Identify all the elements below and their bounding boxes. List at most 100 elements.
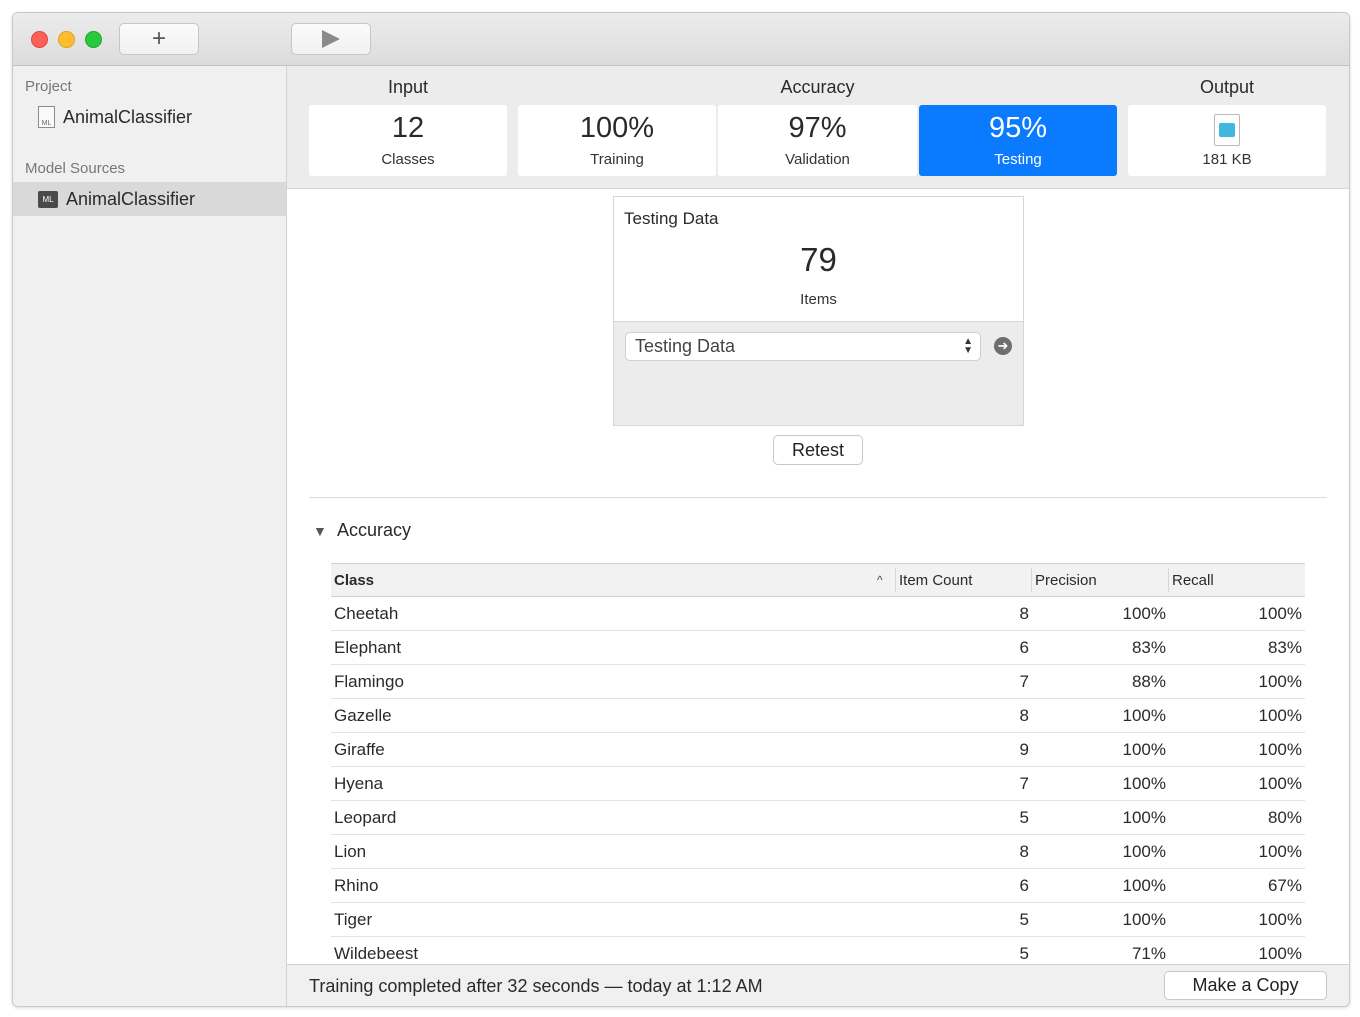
table-row[interactable]: Lion 8 100% 100% bbox=[331, 834, 1305, 869]
plus-icon: + bbox=[151, 25, 166, 52]
metrics-bar: Input Accuracy Output 12 Classes 100% Tr… bbox=[287, 66, 1349, 189]
recall-cell: 100% bbox=[1258, 842, 1302, 861]
item-count-cell: 5 bbox=[1019, 910, 1029, 929]
section-title: Accuracy bbox=[337, 520, 412, 540]
precision-cell: 100% bbox=[1122, 842, 1166, 861]
classes-card[interactable]: 12 Classes bbox=[309, 105, 507, 176]
classes-label: Classes bbox=[381, 150, 435, 168]
divider bbox=[309, 497, 1327, 498]
table-row[interactable]: Wildebeest 5 71% 100% bbox=[331, 936, 1305, 963]
class-cell: Flamingo bbox=[334, 672, 404, 691]
minimize-window-button[interactable] bbox=[58, 31, 75, 48]
table-row[interactable]: Leopard 5 100% 80% bbox=[331, 800, 1305, 835]
table-row[interactable]: Cheetah 8 100% 100% bbox=[331, 596, 1305, 631]
output-card[interactable]: 181 KB bbox=[1128, 105, 1326, 176]
column-header-class[interactable]: Class bbox=[334, 572, 374, 589]
class-cell: Hyena bbox=[334, 774, 384, 793]
sort-ascending-icon[interactable]: ^ bbox=[877, 573, 883, 587]
table-row[interactable]: Flamingo 7 88% 100% bbox=[331, 664, 1305, 699]
sidebar-item-model-source[interactable]: ML AnimalClassifier bbox=[13, 182, 286, 216]
recall-cell: 100% bbox=[1258, 774, 1302, 793]
run-button[interactable] bbox=[291, 23, 371, 55]
precision-cell: 88% bbox=[1131, 672, 1166, 691]
item-count-cell: 6 bbox=[1019, 638, 1029, 657]
table-row[interactable]: Hyena 7 100% 100% bbox=[331, 766, 1305, 801]
zoom-window-button[interactable] bbox=[85, 31, 102, 48]
status-bar: Training completed after 32 seconds — to… bbox=[287, 964, 1349, 1006]
precision-cell: 83% bbox=[1131, 638, 1166, 657]
recall-cell: 67% bbox=[1267, 876, 1302, 895]
column-header-precision[interactable]: Precision bbox=[1035, 572, 1097, 589]
recall-cell: 100% bbox=[1258, 944, 1302, 963]
item-count-cell: 8 bbox=[1019, 706, 1029, 725]
testing-value: 95% bbox=[988, 111, 1048, 144]
sidebar-item-label: AnimalClassifier bbox=[63, 106, 193, 127]
column-header-recall[interactable]: Recall bbox=[1172, 572, 1214, 589]
training-label: Training bbox=[590, 150, 644, 168]
disclosure-triangle-icon[interactable]: ▼ bbox=[313, 523, 327, 539]
mlmodel-file-icon[interactable] bbox=[1214, 113, 1240, 146]
recall-cell: 100% bbox=[1258, 672, 1302, 691]
class-cell: Lion bbox=[334, 842, 367, 861]
testing-data-panel: Testing Data 79 Items Testing Data ▲ ▼ ➜ bbox=[613, 196, 1024, 426]
app-window: + Project ML AnimalClassifier Model Sour… bbox=[12, 12, 1350, 1007]
table-row[interactable]: Giraffe 9 100% 100% bbox=[331, 732, 1305, 767]
validation-card[interactable]: 97% Validation bbox=[718, 105, 917, 176]
project-heading: Project bbox=[25, 78, 72, 95]
table-row[interactable]: Tiger 5 100% 100% bbox=[331, 902, 1305, 937]
testing-card[interactable]: 95% Testing bbox=[919, 105, 1117, 176]
precision-cell: 100% bbox=[1122, 604, 1166, 623]
precision-cell: 100% bbox=[1122, 740, 1166, 759]
class-cell: Elephant bbox=[334, 638, 402, 657]
class-cell: Cheetah bbox=[334, 604, 399, 623]
classes-value: 12 bbox=[391, 111, 425, 144]
table-row[interactable]: Elephant 6 83% 83% bbox=[331, 630, 1305, 665]
item-count-cell: 7 bbox=[1019, 774, 1029, 793]
table-row[interactable]: Rhino 6 100% 67% bbox=[331, 868, 1305, 903]
document-icon: ML bbox=[38, 106, 55, 128]
class-cell: Wildebeest bbox=[334, 944, 419, 963]
precision-cell: 100% bbox=[1122, 876, 1166, 895]
make-a-copy-button[interactable]: Make a Copy bbox=[1164, 971, 1327, 1000]
column-header-item-count[interactable]: Item Count bbox=[899, 572, 972, 589]
table-row[interactable]: Gazelle 8 100% 100% bbox=[331, 698, 1305, 733]
item-count-cell: 8 bbox=[1019, 842, 1029, 861]
input-label: Input bbox=[387, 77, 429, 97]
retest-button[interactable]: Retest bbox=[773, 435, 863, 465]
table-header: Class ^ Item Count Precision Recall bbox=[331, 563, 1305, 597]
add-button[interactable]: + bbox=[119, 23, 199, 55]
precision-cell: 71% bbox=[1131, 944, 1166, 963]
item-count-cell: 5 bbox=[1019, 808, 1029, 827]
accuracy-table: Class ^ Item Count Precision Recall Chee… bbox=[331, 563, 1305, 963]
class-cell: Rhino bbox=[334, 876, 379, 895]
chevron-updown-icon: ▲ ▼ bbox=[963, 336, 973, 356]
recall-cell: 100% bbox=[1258, 740, 1302, 759]
panel-title: Testing Data bbox=[624, 209, 719, 228]
precision-cell: 100% bbox=[1122, 706, 1166, 725]
recall-cell: 80% bbox=[1267, 808, 1302, 827]
titlebar: + bbox=[13, 13, 1349, 66]
sidebar-item-project[interactable]: ML AnimalClassifier bbox=[13, 100, 286, 134]
recall-cell: 83% bbox=[1267, 638, 1302, 657]
testing-data-select[interactable]: Testing Data ▲ ▼ bbox=[625, 332, 981, 361]
play-icon bbox=[322, 30, 340, 48]
recall-cell: 100% bbox=[1258, 706, 1302, 725]
item-count-cell: 5 bbox=[1019, 944, 1029, 963]
accuracy-label: Accuracy bbox=[780, 77, 855, 97]
item-unit: Items bbox=[800, 291, 837, 308]
item-count-cell: 6 bbox=[1019, 876, 1029, 895]
close-window-button[interactable] bbox=[31, 31, 48, 48]
recall-cell: 100% bbox=[1258, 604, 1302, 623]
recall-cell: 100% bbox=[1258, 910, 1302, 929]
training-value: 100% bbox=[579, 111, 655, 144]
model-sources-heading: Model Sources bbox=[25, 160, 126, 177]
training-card[interactable]: 100% Training bbox=[518, 105, 716, 176]
class-cell: Leopard bbox=[334, 808, 397, 827]
main-content: Input Accuracy Output 12 Classes 100% Tr… bbox=[287, 66, 1349, 1006]
output-label: Output bbox=[1199, 77, 1255, 97]
output-size: 181 KB bbox=[1202, 150, 1252, 168]
item-count: 79 bbox=[800, 241, 837, 278]
arrow-right-circle-icon[interactable]: ➜ bbox=[994, 337, 1012, 355]
sidebar: Project ML AnimalClassifier Model Source… bbox=[13, 66, 287, 1006]
precision-cell: 100% bbox=[1122, 774, 1166, 793]
